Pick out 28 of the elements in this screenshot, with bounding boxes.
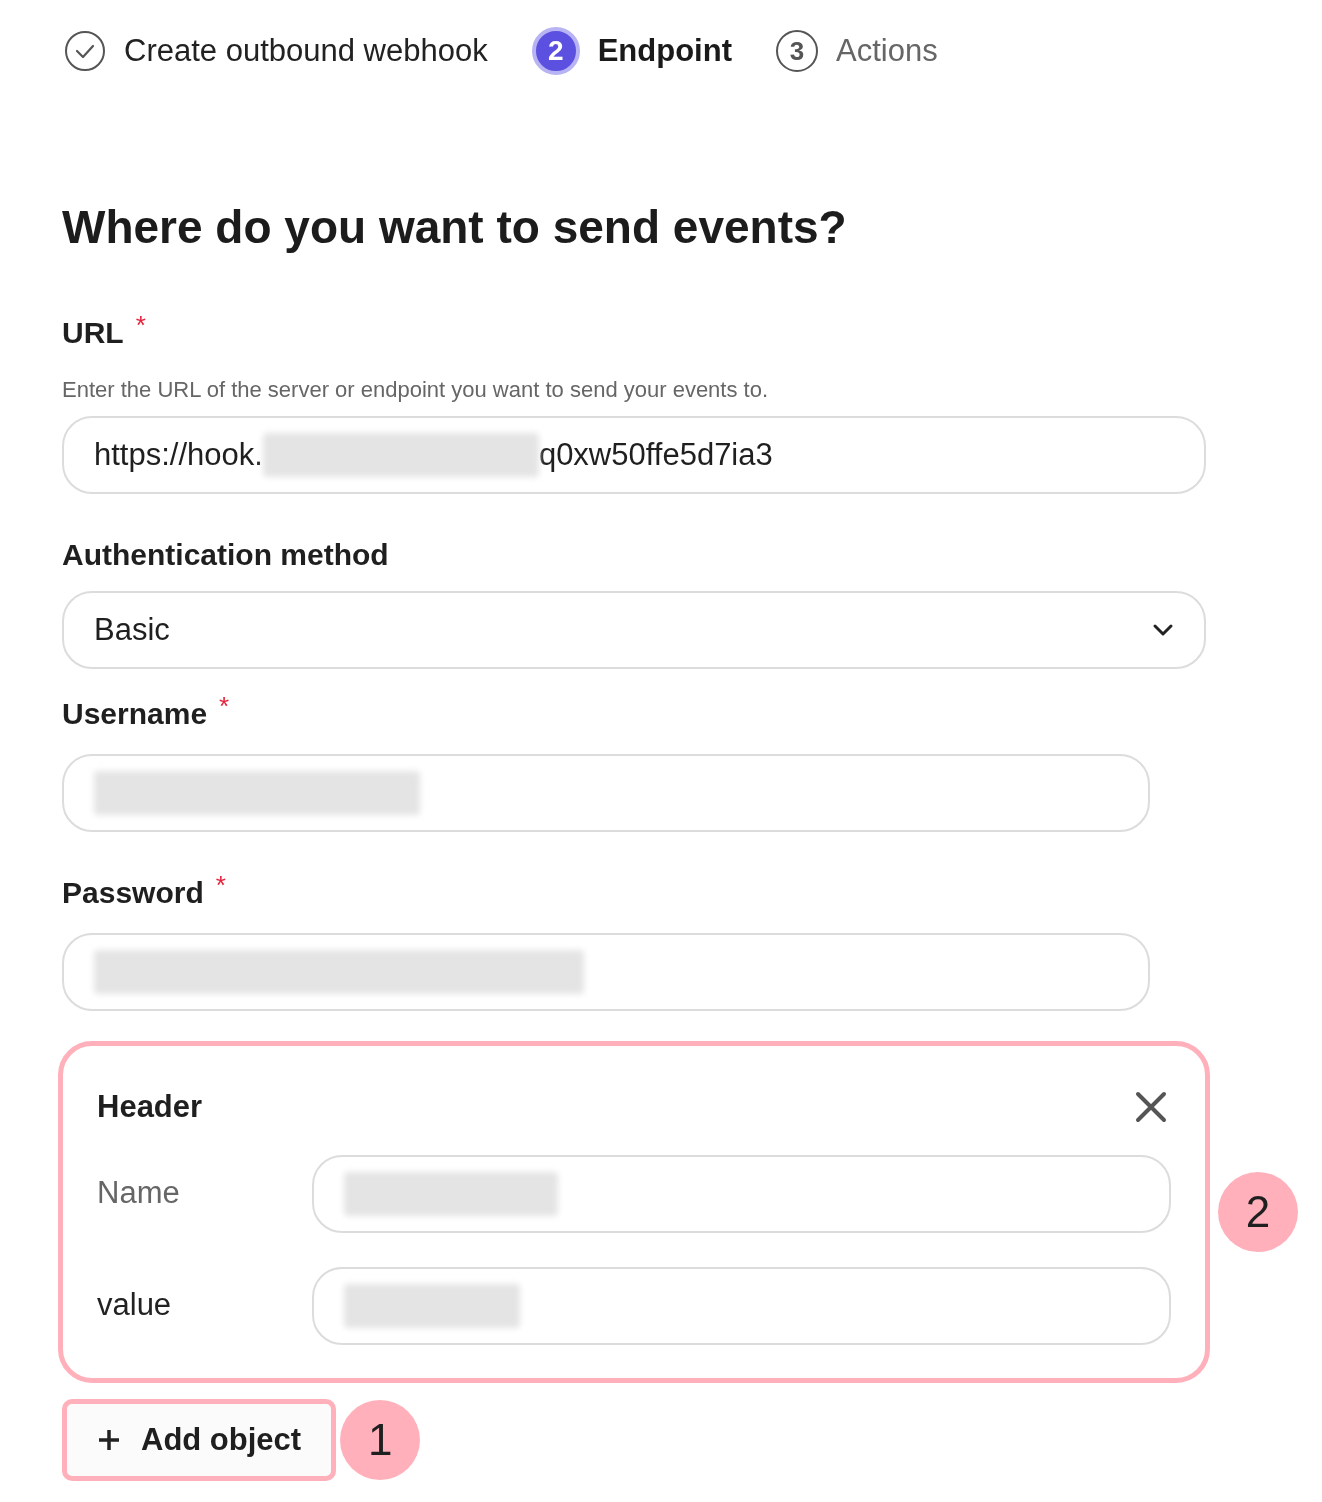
url-field[interactable]: https://hook. q0xw50ffe5d7ia3	[62, 416, 1206, 494]
row-label: Name	[97, 1174, 181, 1213]
field-label: URL	[62, 315, 124, 351]
header-input[interactable]	[311, 1266, 1171, 1345]
field-description: Enter the URL of the server or endpoint you want to send your events to.	[62, 376, 770, 404]
field-label: Username	[62, 696, 208, 732]
step-label[interactable]: Endpoint	[597, 27, 732, 75]
required-mark: *	[219, 691, 230, 721]
field-label: Authentication method	[62, 537, 389, 573]
callout-number: 1	[340, 1400, 421, 1480]
chevron-down-icon	[1152, 623, 1174, 637]
auth-method-select[interactable]: Basic	[62, 591, 1206, 669]
add-object-button[interactable]: Add object	[62, 1399, 337, 1481]
password-field[interactable]	[62, 933, 1150, 1011]
required-mark: *	[215, 870, 226, 900]
plus-icon	[97, 1428, 121, 1452]
page-heading: Where do you want to send events?	[62, 200, 848, 255]
step-label[interactable]: Create outbound webhook	[124, 27, 488, 75]
username-field[interactable]	[62, 754, 1150, 832]
callout-number: 2	[1218, 1172, 1298, 1252]
header-title: Header	[97, 1088, 203, 1126]
field-label: Password	[62, 875, 204, 911]
required-mark: *	[135, 310, 146, 340]
header-input[interactable]	[311, 1154, 1171, 1233]
step-number: 2	[531, 27, 580, 75]
row-label: value	[97, 1286, 173, 1325]
step-number: 3	[775, 30, 818, 72]
step-label[interactable]: Actions	[835, 27, 938, 75]
